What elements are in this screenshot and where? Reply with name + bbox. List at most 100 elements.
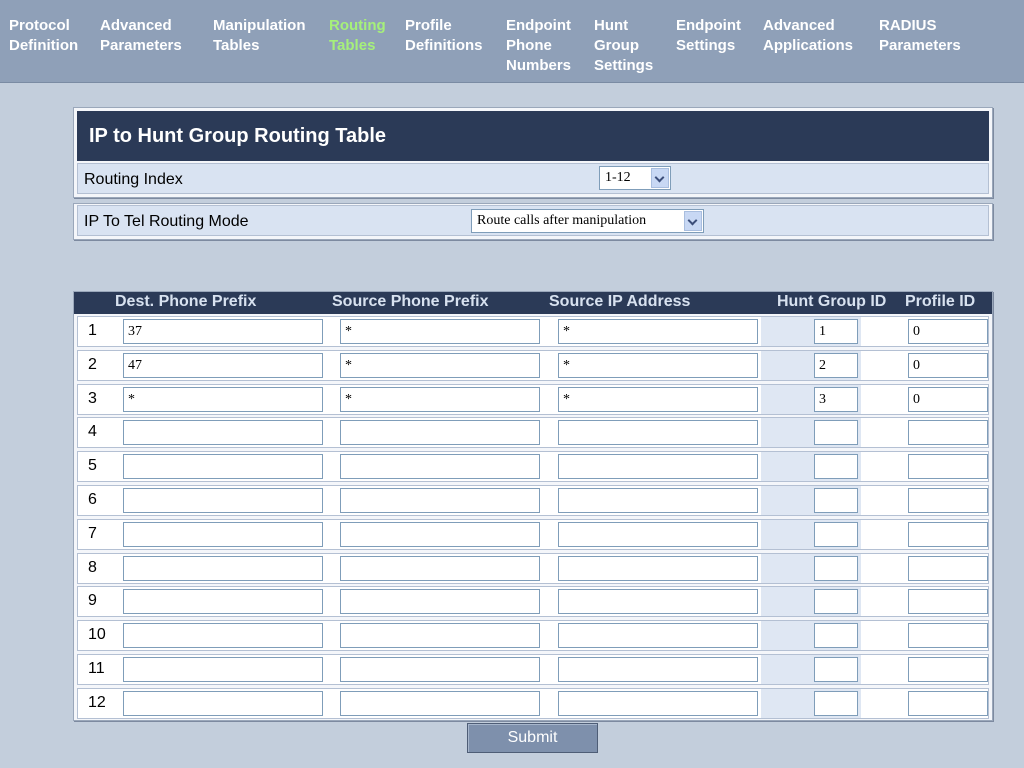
row-index: 7	[88, 524, 97, 542]
chevron-down-icon[interactable]	[684, 211, 702, 231]
header-profile-id: Profile ID	[905, 293, 976, 310]
submit-button[interactable]: Submit	[467, 723, 598, 753]
profile-id-input[interactable]: 0	[908, 352, 988, 378]
profile-id-input[interactable]	[908, 690, 988, 716]
source-phone-prefix-input[interactable]: *	[340, 319, 540, 344]
profile-id-input[interactable]	[908, 657, 988, 682]
routing-index-value: 1-12	[605, 170, 631, 185]
profile-id-input[interactable]: 0	[908, 386, 988, 412]
dest-phone-prefix-input[interactable]: 37	[123, 319, 323, 344]
nav-radius-parameters[interactable]: RADIUS Parameters	[879, 16, 961, 56]
source-ip-address-input[interactable]: *	[558, 352, 758, 378]
row-index: 9	[88, 592, 97, 610]
hunt-group-id-input[interactable]	[814, 521, 858, 547]
hunt-group-id-input[interactable]	[814, 657, 858, 682]
source-phone-prefix-input[interactable]	[340, 521, 540, 547]
source-phone-prefix-input[interactable]	[340, 488, 540, 513]
source-ip-address-input[interactable]	[558, 690, 758, 716]
source-ip-address-input[interactable]	[558, 488, 758, 513]
table-row: 8	[77, 552, 989, 584]
top-nav: Protocol Definition Advanced Parameters …	[0, 0, 1024, 83]
hunt-group-id-input[interactable]: 1	[814, 319, 858, 344]
source-ip-address-input[interactable]: *	[558, 319, 758, 344]
routing-index-select[interactable]: 1-12	[599, 166, 671, 190]
dest-phone-prefix-input[interactable]	[123, 454, 323, 480]
table-row: 10	[77, 620, 989, 652]
hunt-group-id-input[interactable]	[814, 555, 858, 581]
dest-phone-prefix-input[interactable]	[123, 623, 323, 649]
row-index: 6	[88, 491, 97, 508]
profile-id-input[interactable]	[908, 521, 988, 547]
nav-advanced-parameters[interactable]: Advanced Parameters	[100, 16, 182, 56]
nav-manipulation-tables[interactable]: Manipulation Tables	[213, 16, 306, 56]
source-ip-address-input[interactable]	[558, 454, 758, 480]
row-index: 12	[88, 693, 106, 711]
profile-id-input[interactable]	[908, 454, 988, 480]
dest-phone-prefix-input[interactable]	[123, 657, 323, 682]
header-dest-phone-prefix: Dest. Phone Prefix	[115, 293, 257, 310]
routing-mode-select[interactable]: Route calls after manipulation	[471, 209, 704, 233]
hunt-group-id-input[interactable]: 3	[814, 386, 858, 412]
dest-phone-prefix-input[interactable]	[123, 488, 323, 513]
hunt-group-id-input[interactable]	[814, 623, 858, 649]
row-index: 11	[88, 660, 105, 677]
row-index: 2	[88, 355, 97, 373]
source-ip-address-input[interactable]	[558, 555, 758, 581]
table-row: 2 47 * * 2 0	[77, 349, 989, 381]
profile-id-input[interactable]	[908, 488, 988, 513]
profile-id-input[interactable]	[908, 623, 988, 649]
hunt-group-id-input[interactable]	[814, 589, 858, 615]
routing-mode-label: IP To Tel Routing Mode	[84, 213, 249, 230]
routing-mode-value: Route calls after manipulation	[477, 213, 647, 228]
nav-advanced-applications[interactable]: Advanced Applications	[763, 16, 853, 56]
profile-id-input[interactable]	[908, 555, 988, 581]
routing-mode-row: IP To Tel Routing Mode Route calls after…	[73, 203, 993, 240]
hunt-group-id-input[interactable]: 2	[814, 352, 858, 378]
dest-phone-prefix-input[interactable]	[123, 555, 323, 581]
header-hunt-group-id: Hunt Group ID	[777, 293, 887, 310]
dest-phone-prefix-input[interactable]: 47	[123, 352, 323, 378]
row-index: 3	[88, 389, 97, 407]
source-ip-address-input[interactable]	[558, 589, 758, 615]
source-phone-prefix-input[interactable]: *	[340, 386, 540, 412]
header-source-phone-prefix: Source Phone Prefix	[332, 293, 489, 310]
row-index: 1	[88, 322, 97, 339]
source-phone-prefix-input[interactable]	[340, 589, 540, 615]
chevron-down-icon[interactable]	[651, 168, 669, 188]
source-phone-prefix-input[interactable]	[340, 657, 540, 682]
hunt-group-id-input[interactable]	[814, 420, 858, 446]
source-phone-prefix-input[interactable]	[340, 555, 540, 581]
profile-id-input[interactable]	[908, 589, 988, 615]
header-source-ip-address: Source IP Address	[549, 293, 691, 310]
hunt-group-id-input[interactable]	[814, 690, 858, 716]
nav-routing-tables[interactable]: Routing Tables	[329, 16, 386, 56]
table-row: 5	[77, 451, 989, 483]
nav-hunt-group-settings[interactable]: Hunt Group Settings	[594, 16, 653, 76]
profile-id-input[interactable]	[908, 420, 988, 446]
source-ip-address-input[interactable]	[558, 657, 758, 682]
nav-protocol-definition[interactable]: Protocol Definition	[9, 16, 78, 56]
nav-profile-definitions[interactable]: Profile Definitions	[405, 16, 483, 56]
table-row: 6	[77, 485, 989, 516]
source-ip-address-input[interactable]	[558, 521, 758, 547]
routing-table-panel: IP to Hunt Group Routing Table Routing I…	[73, 107, 993, 198]
dest-phone-prefix-input[interactable]	[123, 521, 323, 547]
hunt-group-id-input[interactable]	[814, 488, 858, 513]
source-ip-address-input[interactable]	[558, 420, 758, 446]
dest-phone-prefix-input[interactable]	[123, 589, 323, 615]
hunt-group-id-input[interactable]	[814, 454, 858, 480]
source-ip-address-input[interactable]	[558, 623, 758, 649]
nav-endpoint-settings[interactable]: Endpoint Settings	[676, 16, 741, 56]
dest-phone-prefix-input[interactable]	[123, 690, 323, 716]
source-phone-prefix-input[interactable]	[340, 454, 540, 480]
source-phone-prefix-input[interactable]	[340, 690, 540, 716]
source-ip-address-input[interactable]: *	[558, 386, 758, 412]
dest-phone-prefix-input[interactable]	[123, 420, 323, 446]
source-phone-prefix-input[interactable]	[340, 420, 540, 446]
profile-id-input[interactable]: 0	[908, 319, 988, 344]
dest-phone-prefix-input[interactable]: *	[123, 386, 323, 412]
routing-mode-row-inner: IP To Tel Routing Mode Route calls after…	[77, 205, 989, 236]
source-phone-prefix-input[interactable]	[340, 623, 540, 649]
nav-endpoint-phone-numbers[interactable]: Endpoint Phone Numbers	[506, 16, 571, 76]
source-phone-prefix-input[interactable]: *	[340, 352, 540, 378]
